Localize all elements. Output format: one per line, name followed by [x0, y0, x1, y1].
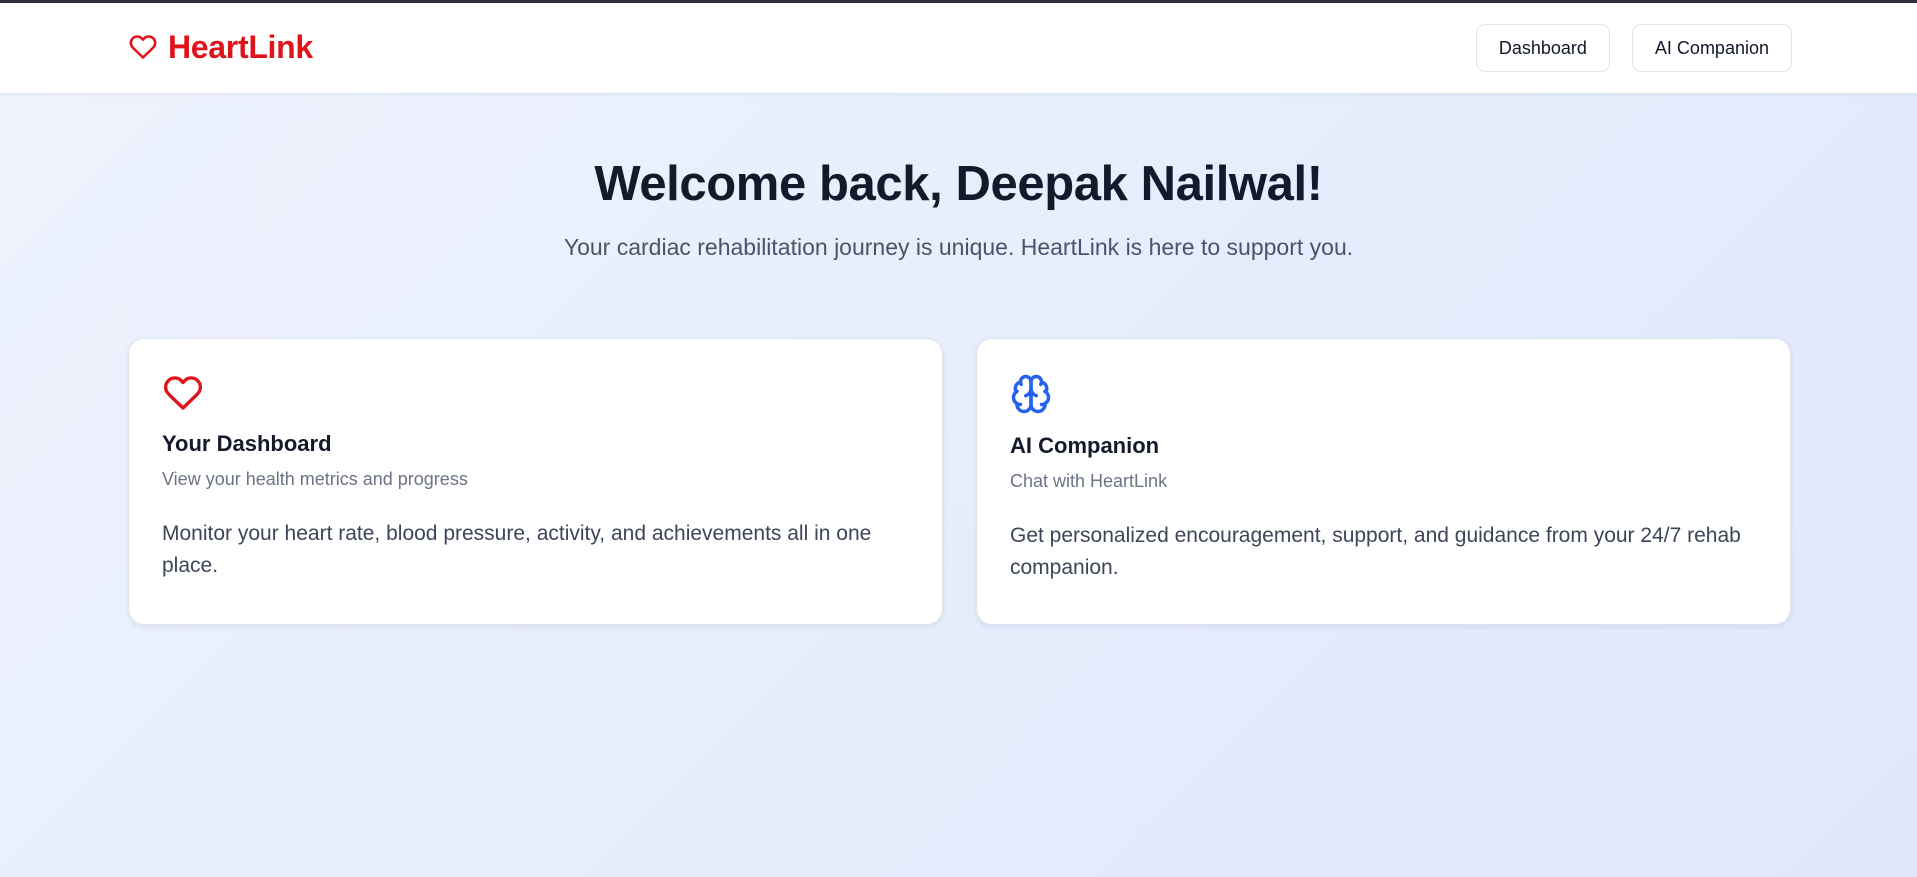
heart-icon — [128, 33, 158, 61]
main-nav: Dashboard AI Companion — [1475, 24, 1792, 72]
ai-companion-card[interactable]: AI Companion Chat with HeartLink Get per… — [976, 338, 1791, 625]
ai-companion-card-title: AI Companion — [1010, 433, 1160, 458]
heart-icon — [162, 373, 909, 413]
brand-name: HeartLink — [168, 29, 313, 65]
dashboard-card-description: Monitor your heart rate, blood pressure,… — [162, 522, 872, 577]
dashboard-card-title: Your Dashboard — [162, 431, 332, 456]
welcome-subtitle: Your cardiac rehabilitation journey is u… — [563, 233, 1354, 260]
ai-companion-card-subtitle: Chat with HeartLink — [1010, 471, 1168, 491]
welcome-title: Welcome back, Deepak Nailwal! — [594, 157, 1323, 211]
top-navbar: HeartLink Dashboard AI Companion — [0, 3, 1917, 94]
brain-icon — [1010, 373, 1757, 415]
brand-logo[interactable]: HeartLink — [128, 31, 313, 63]
feature-cards: Your Dashboard View your health metrics … — [128, 338, 1791, 625]
dashboard-card[interactable]: Your Dashboard View your health metrics … — [128, 338, 943, 625]
welcome-section: Welcome back, Deepak Nailwal! Your cardi… — [0, 157, 1917, 261]
dashboard-card-subtitle: View your health metrics and progress — [162, 469, 468, 489]
ai-companion-card-description: Get personalized encouragement, support,… — [1010, 524, 1741, 579]
ai-companion-nav-button[interactable]: AI Companion — [1631, 24, 1792, 72]
dashboard-nav-button[interactable]: Dashboard — [1475, 24, 1610, 72]
